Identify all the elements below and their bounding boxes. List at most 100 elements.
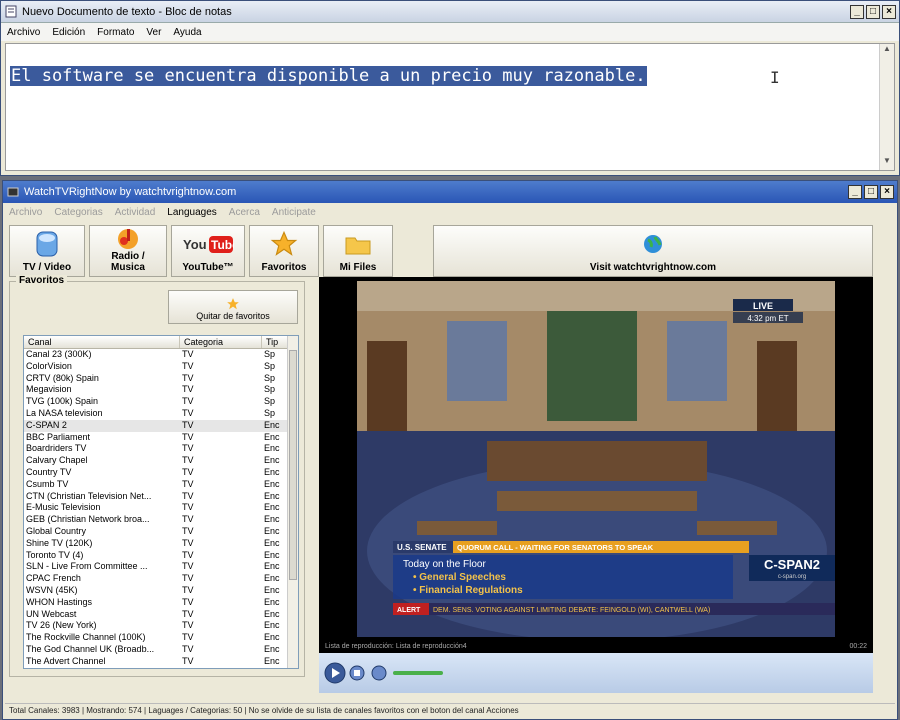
tv-video-button[interactable]: TV / Video [9,225,85,277]
app-title: WatchTVRightNow by watchtvrightnow.com [24,186,237,198]
volume-slider [393,671,443,675]
table-row[interactable]: E-Music Television TV Enc [24,502,298,514]
tv-app-icon [6,185,20,199]
menu-categorias[interactable]: Categorias [54,207,102,218]
table-row[interactable]: Megavision TV Sp [24,384,298,396]
notepad-titlebar[interactable]: Nuevo Documento de texto - Bloc de notas… [1,1,899,23]
channel-category: TV [182,620,194,631]
radio-musica-button[interactable]: Radio / Musica [89,225,167,277]
scroll-down-icon[interactable]: ▼ [880,156,894,170]
tv-icon [34,226,60,262]
star-icon [270,226,298,262]
app-minimize-button[interactable]: _ [848,185,862,199]
quorum-text: QUORUM CALL - WAITING FOR SENATORS TO SP… [457,543,654,552]
table-row[interactable]: The Advert Channel TV Enc [24,656,298,668]
list-header: Canal Categoria Tip [24,336,298,349]
channel-category: TV [182,360,194,371]
favoritos-button[interactable]: Favoritos [249,225,319,277]
channel-name: C-SPAN 2 [26,419,67,430]
live-badge: LIVE [753,301,773,311]
video-screen[interactable]: LIVE 4:32 pm ET U.S. SENATE QUORUM CALL … [357,281,835,637]
status-bar: Total Canales: 3983 | Mostrando: 574 | L… [5,703,895,717]
table-row[interactable]: TVG (100k) Spain TV Sp [24,396,298,408]
menu-anticipate[interactable]: Anticipate [272,207,316,218]
channel-name: SLN - Live From Committee ... [26,561,148,572]
channel-category: TV [182,643,194,654]
quitar-favoritos-button[interactable]: Quitar de favoritos [168,290,298,324]
table-row[interactable]: Country TV TV Enc [24,467,298,479]
table-row[interactable]: The God Channel UK (Broadb... TV Enc [24,644,298,656]
app-titlebar[interactable]: WatchTVRightNow by watchtvrightnow.com _… [3,181,897,203]
close-button[interactable]: × [882,4,896,19]
col-canal[interactable]: Canal [24,336,180,348]
youtube-icon: You Tube [182,226,234,262]
channel-name: La NASA television [26,407,103,418]
table-row[interactable]: SLN - Live From Committee ... TV Enc [24,561,298,573]
channel-category: TV [182,407,194,418]
scroll-thumb[interactable] [289,350,297,580]
video-player: LIVE 4:32 pm ET U.S. SENATE QUORUM CALL … [319,277,873,693]
app-close-button[interactable]: × [880,185,894,199]
table-row[interactable]: Shine TV (120K) TV Enc [24,538,298,550]
channel-category: TV [182,502,194,513]
table-row[interactable]: BBC Parliament TV Enc [24,432,298,444]
table-row[interactable]: WSVN (45K) TV Enc [24,585,298,597]
notepad-title: Nuevo Documento de texto - Bloc de notas [22,5,232,18]
menu-ver[interactable]: Ver [146,27,161,38]
notepad-scrollbar[interactable]: ▲ ▼ [879,44,894,170]
table-row[interactable]: Global Country TV Enc [24,526,298,538]
menu-ayuda[interactable]: Ayuda [173,27,201,38]
menu-acerca[interactable]: Acerca [229,207,260,218]
menu-archivo[interactable]: Archivo [7,27,40,38]
channel-list[interactable]: Canal Categoria Tip Canal 23 (300K) TV Sp C… [23,335,299,669]
table-row[interactable]: Boardriders TV TV Enc [24,443,298,455]
playlist-status: Lista de reproducción: Lista de reproduc… [319,641,873,653]
list-scrollbar[interactable] [287,336,298,668]
maximize-button[interactable]: □ [866,4,880,19]
notepad-window: Nuevo Documento de texto - Bloc de notas… [0,0,900,176]
col-categoria[interactable]: Categoria [180,336,262,348]
menu-edicion[interactable]: Edición [52,27,85,38]
channel-name: Country TV [26,466,72,477]
channel-name: TVG (100k) Spain [26,396,99,407]
table-row[interactable]: WHON Hastings TV Enc [24,597,298,609]
table-row[interactable]: TV 26 (New York) TV Enc [24,620,298,632]
table-row[interactable]: GEB (Christian Network broa... TV Enc [24,514,298,526]
channel-name: The Rockville Channel (100K) [26,632,146,643]
channel-category: TV [182,384,194,395]
scroll-up-icon[interactable]: ▲ [880,44,894,58]
bullet-2: • Financial Regulations [413,585,523,596]
table-row[interactable]: Csumb TV TV Enc [24,479,298,491]
selected-text[interactable]: El software se encuentra disponible a un… [10,66,647,86]
notepad-text-area[interactable]: El software se encuentra disponible a un… [5,43,895,171]
menu-formato[interactable]: Formato [97,27,134,38]
table-row[interactable]: UN Webcast TV Enc [24,609,298,621]
app-maximize-button[interactable]: □ [864,185,878,199]
visit-website-button[interactable]: Visit watchtvrightnow.com [433,225,873,277]
table-row[interactable]: The Rockville Channel (100K) TV Enc [24,632,298,644]
table-row[interactable]: CRTV (80k) Spain TV Sp [24,373,298,385]
channel-category: TV [182,372,194,383]
channel-name: ColorVision [26,360,72,371]
table-row[interactable]: Toronto TV (4) TV Enc [24,550,298,562]
table-row[interactable]: Canal 23 (300K) TV Sp [24,349,298,361]
cspan-logo: C-SPAN2 [764,557,820,572]
table-row[interactable]: ColorVision TV Sp [24,361,298,373]
folder-icon [344,226,372,262]
menu-app-archivo[interactable]: Archivo [9,207,42,218]
menu-languages[interactable]: Languages [167,207,217,218]
table-row[interactable]: CPAC French TV Enc [24,573,298,585]
table-row[interactable]: CTN (Christian Television Net... TV Enc [24,491,298,503]
channel-name: WHON Hastings [26,596,93,607]
table-row[interactable]: La NASA television TV Sp [24,408,298,420]
channel-name: WSVN (45K) [26,584,78,595]
table-row[interactable]: C-SPAN 2 TV Enc [24,419,298,432]
player-controls [319,653,873,693]
minimize-button[interactable]: _ [850,4,864,19]
channel-category: TV [182,525,194,536]
table-row[interactable]: Calvary Chapel TV Enc [24,455,298,467]
menu-actividad[interactable]: Actividad [115,207,156,218]
mi-files-button[interactable]: Mi Files [323,225,393,277]
bullet-1: • General Speeches [413,572,506,583]
youtube-button[interactable]: YouTube YouTube™ [171,225,245,277]
